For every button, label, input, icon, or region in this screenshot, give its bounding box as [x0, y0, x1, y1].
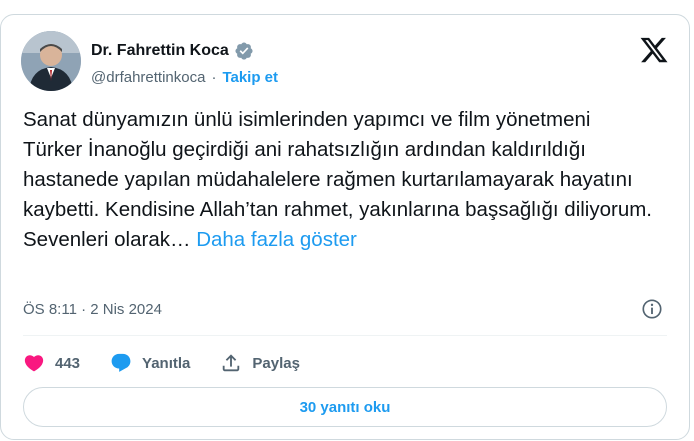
share-icon: [223, 354, 240, 372]
read-replies-button[interactable]: 30 yanıtı oku: [23, 387, 667, 427]
reply-bubble-icon: [111, 353, 131, 372]
reply-button[interactable]: Yanıtla: [110, 352, 190, 374]
tweet-body: Sanat dünyamızın ünlü isimlerinden yapım…: [23, 105, 653, 255]
heart-icon: [24, 355, 44, 372]
verified-badge-icon: [234, 41, 254, 61]
reply-label: Yanıtla: [142, 354, 191, 372]
tweet-timestamp[interactable]: ÖS 8:11 · 2 Nis 2024: [23, 301, 162, 318]
divider: [23, 335, 667, 336]
x-logo-icon[interactable]: [639, 35, 669, 65]
avatar[interactable]: [21, 31, 81, 91]
tweet-card: Dr. Fahrettin Koca @drfahrettinkoca · Ta…: [0, 14, 690, 440]
author-name-row: Dr. Fahrettin Koca: [91, 41, 254, 61]
show-more-link[interactable]: Daha fazla göster: [196, 228, 357, 251]
author-name[interactable]: Dr. Fahrettin Koca: [91, 42, 229, 60]
likes-count: 443: [55, 354, 81, 372]
like-button[interactable]: 443: [23, 352, 80, 374]
author-handle[interactable]: @drfahrettinkoca: [91, 69, 205, 86]
separator-dot: ·: [211, 69, 217, 86]
follow-button[interactable]: Takip et: [222, 69, 278, 86]
share-label: Paylaş: [252, 354, 300, 372]
share-button[interactable]: Paylaş: [220, 352, 300, 374]
info-icon[interactable]: [641, 298, 663, 320]
action-bar: 443 Yanıtla Paylaş: [23, 348, 330, 378]
author-handle-row: @drfahrettinkoca · Takip et: [91, 69, 278, 86]
tweet-header: Dr. Fahrettin Koca @drfahrettinkoca · Ta…: [21, 31, 671, 91]
